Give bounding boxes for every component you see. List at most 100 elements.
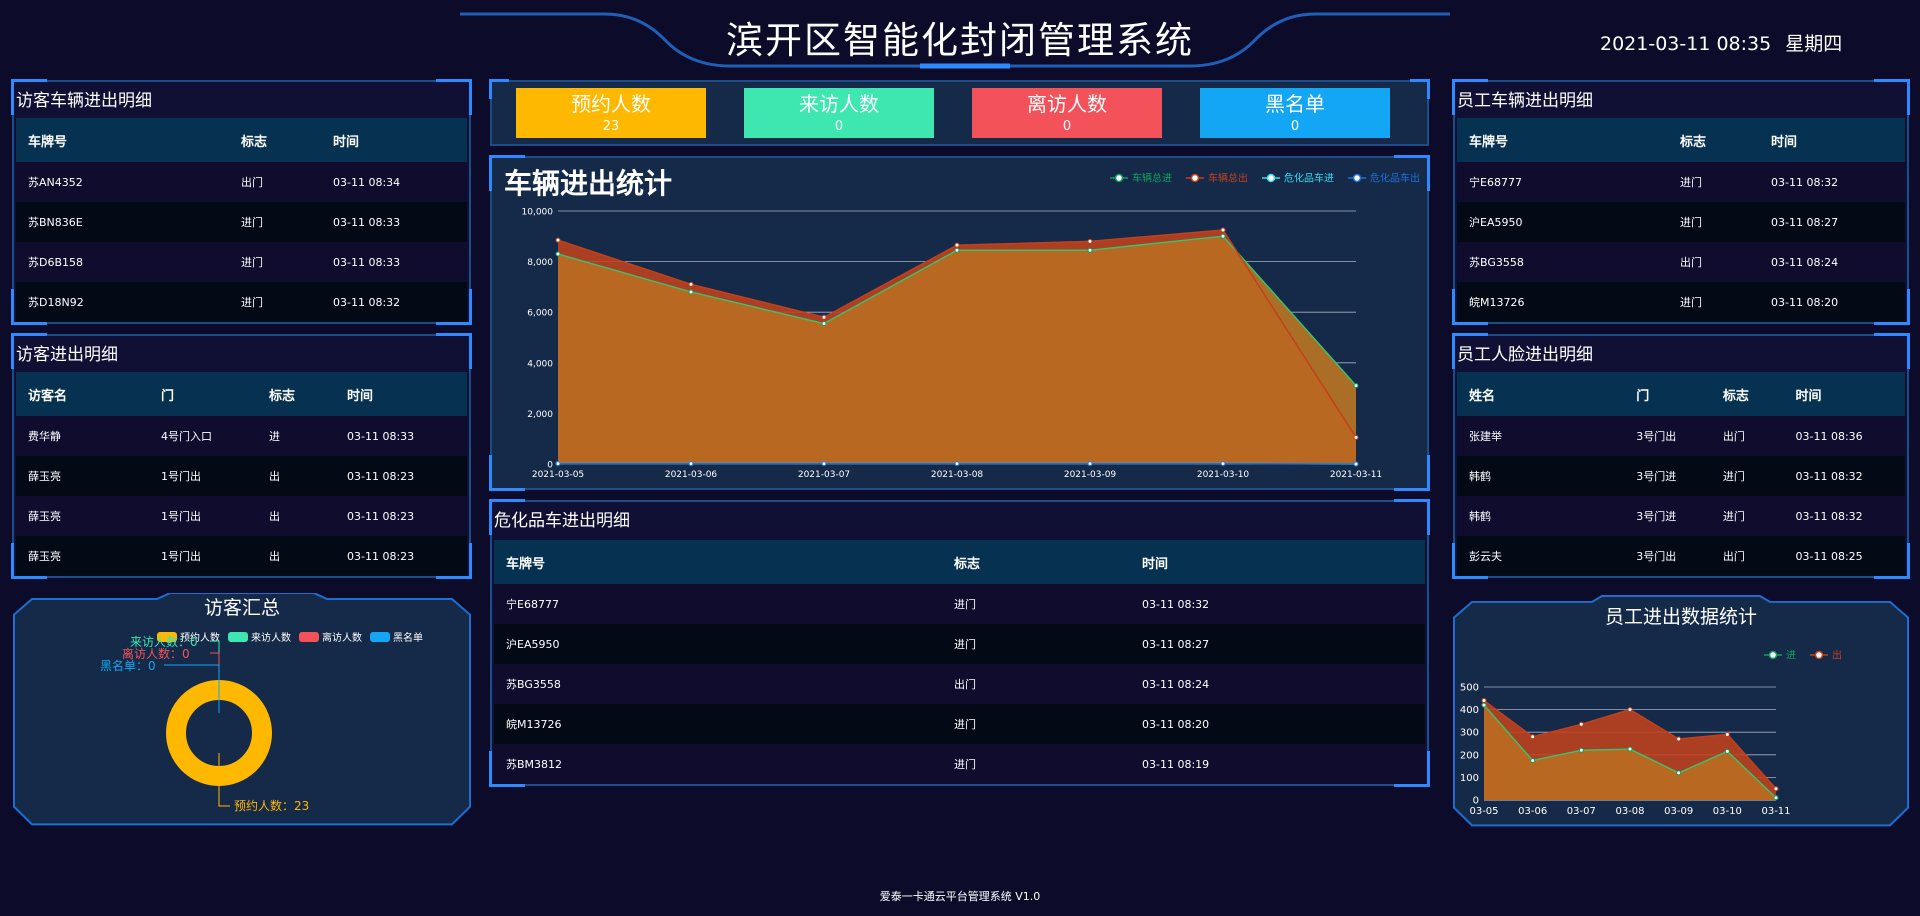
x-tick-label: 2021-03-06 [665, 470, 718, 480]
dangerous-vehicle-table: 车牌号 标志 时间 宁E68777 进门 03-11 08:32 沪EA5950… [494, 540, 1425, 784]
time-cell: 03-11 08:34 [333, 175, 401, 189]
time-cell: 03-11 08:32 [1795, 469, 1863, 483]
time-cell: 03-11 08:36 [1795, 429, 1863, 443]
table-row[interactable]: 苏BM3812 进门 03-11 08:19 [494, 744, 1425, 784]
x-tick-label: 03-05 [1469, 806, 1498, 817]
table-row[interactable]: 苏BN836E 进门 03-11 08:33 [16, 202, 467, 242]
current-datetime: 2021-03-11 08:35 [1600, 33, 1772, 55]
plate-cell: 皖M13726 [506, 718, 562, 731]
name-cell: 彭云夫 [1469, 550, 1502, 563]
data-point [954, 247, 960, 253]
time-cell: 03-11 08:25 [1795, 549, 1863, 563]
staff-face-panel: 员工人脸进出明细 姓名 门 标志 时间 张建举 3号门出 出门 03-11 08… [1452, 333, 1910, 579]
plate-cell: 沪EA5950 [506, 638, 560, 651]
table-row[interactable]: 皖M13726 进门 03-11 08:20 [1457, 282, 1905, 322]
stat-booked[interactable]: 预约人数 23 [516, 88, 706, 138]
dangerous-vehicle-panel: 危化品车进出明细 车牌号 标志 时间 宁E68777 进门 03-11 08:3… [489, 499, 1430, 787]
time-cell: 03-11 08:27 [1771, 215, 1839, 229]
direction-cell: 进门 [1722, 510, 1745, 523]
panel-title: 员工车辆进出明细 [1457, 91, 1593, 111]
direction-cell: 进门 [954, 718, 976, 731]
data-point [1676, 770, 1682, 776]
time-cell: 03-11 08:32 [1142, 597, 1210, 611]
stat-left[interactable]: 离访人数 0 [972, 88, 1162, 138]
data-point [821, 461, 827, 467]
legend-label: 出 [1832, 649, 1842, 662]
table-row[interactable]: 皖M13726 进门 03-11 08:20 [494, 704, 1425, 744]
table-row[interactable]: 薛玉亮 1号门出 出 03-11 08:23 [16, 456, 467, 496]
direction-cell: 出门 [1722, 550, 1745, 563]
x-tick-label: 2021-03-11 [1330, 470, 1382, 480]
data-point [1087, 238, 1093, 244]
table-row[interactable]: 费华静 4号门入口 进 03-11 08:33 [16, 416, 467, 456]
table-row[interactable]: 苏AN4352 出门 03-11 08:34 [16, 162, 467, 202]
plate-cell: 苏D18N92 [28, 296, 84, 309]
time-cell: 03-11 08:24 [1771, 255, 1839, 269]
direction-cell: 进 [269, 430, 280, 443]
gate-cell: 3号门出 [1636, 430, 1677, 443]
name-cell: 张建举 [1469, 430, 1502, 443]
data-point [1578, 747, 1584, 753]
plate-cell: 苏BM3812 [506, 758, 563, 771]
time-cell: 03-11 08:23 [347, 509, 415, 523]
visitor-vehicle-panel: 访客车辆进出明细 车牌号 标志 时间 苏AN4352 出门 03-11 08:3… [11, 79, 472, 325]
table-row[interactable]: 沪EA5950 进门 03-11 08:27 [494, 624, 1425, 664]
time-cell: 03-11 08:32 [333, 295, 401, 309]
data-point [1353, 434, 1359, 440]
table-row[interactable]: 张建举 3号门出 出门 03-11 08:36 [1457, 416, 1905, 456]
table-row[interactable]: 韩鹤 3号门进 进门 03-11 08:32 [1457, 456, 1905, 496]
table-row[interactable]: 苏D18N92 进门 03-11 08:32 [16, 282, 467, 322]
time-cell: 03-11 08:20 [1771, 295, 1839, 309]
y-tick-label: 8,000 [527, 258, 553, 268]
page-title: 滨开区智能化封闭管理系统 [726, 19, 1194, 62]
y-tick-label: 100 [1460, 773, 1479, 784]
plate-cell: 苏AN4352 [28, 176, 83, 189]
column-header: 访客名 [28, 388, 68, 404]
label-blacklist: 黑名单：0 [100, 659, 156, 673]
legend-label: 进 [1786, 650, 1796, 662]
table-header: 车牌号 标志 时间 [16, 118, 467, 162]
gate-cell: 4号门入口 [161, 430, 212, 443]
plate-cell: 苏BG3558 [506, 678, 561, 691]
current-weekday: 星期四 [1785, 33, 1843, 55]
stat-visiting[interactable]: 来访人数 0 [744, 88, 934, 138]
data-point [1220, 461, 1226, 467]
plate-cell: 宁E68777 [506, 598, 559, 611]
stat-value: 0 [834, 119, 844, 134]
table-row[interactable]: 薛玉亮 1号门出 出 03-11 08:23 [16, 496, 467, 536]
stat-label: 来访人数 [799, 92, 879, 116]
table-row[interactable]: 苏D6B158 进门 03-11 08:33 [16, 242, 467, 282]
stat-blacklist[interactable]: 黑名单 0 [1200, 88, 1390, 138]
direction-cell: 进门 [241, 256, 263, 269]
direction-cell: 进门 [1680, 176, 1702, 189]
table-row[interactable]: 薛玉亮 1号门出 出 03-11 08:23 [16, 536, 467, 576]
direction-cell: 出门 [241, 176, 263, 189]
data-point [821, 314, 827, 320]
visitor-summary-panel: 访客汇总 预约人数 来访人数 离访人数 黑名单 预约人数：23 来访人数：0 离… [12, 592, 472, 827]
x-tick-label: 2021-03-05 [532, 470, 584, 480]
y-tick-label: 400 [1460, 705, 1479, 716]
table-row[interactable]: 沪EA5950 进门 03-11 08:27 [1457, 202, 1905, 242]
staff-chart: 0 100 200 300 400 500 03-05 03-06 03-07 03-08 03-0… [1460, 649, 1842, 818]
table-row[interactable]: 韩鹤 3号门进 进门 03-11 08:32 [1457, 496, 1905, 536]
time-cell: 03-11 08:23 [347, 549, 415, 563]
table-body: 宁E68777 进门 03-11 08:32 沪EA5950 进门 03-11 … [1457, 162, 1905, 322]
table-row[interactable]: 彭云夫 3号门出 出门 03-11 08:25 [1457, 536, 1905, 576]
data-point [1627, 707, 1633, 713]
label-leader-visiting [210, 640, 220, 713]
data-point [688, 281, 694, 287]
table-row[interactable]: 苏BG3558 出门 03-11 08:24 [494, 664, 1425, 704]
column-header: 时间 [347, 388, 374, 404]
x-tick-label: 03-07 [1567, 806, 1596, 817]
table-row[interactable]: 宁E68777 进门 03-11 08:32 [1457, 162, 1905, 202]
table-row[interactable]: 苏BG3558 出门 03-11 08:24 [1457, 242, 1905, 282]
direction-cell: 进门 [1722, 470, 1745, 483]
data-point [1087, 247, 1093, 253]
plate-cell: 苏D6B158 [28, 256, 84, 269]
stat-label: 黑名单 [1265, 92, 1325, 116]
series-overlap-area [558, 236, 1356, 464]
data-point [1578, 721, 1584, 727]
gate-cell: 3号门进 [1636, 510, 1677, 523]
legend-swatch-dot [1266, 173, 1276, 183]
table-row[interactable]: 宁E68777 进门 03-11 08:32 [494, 584, 1425, 624]
